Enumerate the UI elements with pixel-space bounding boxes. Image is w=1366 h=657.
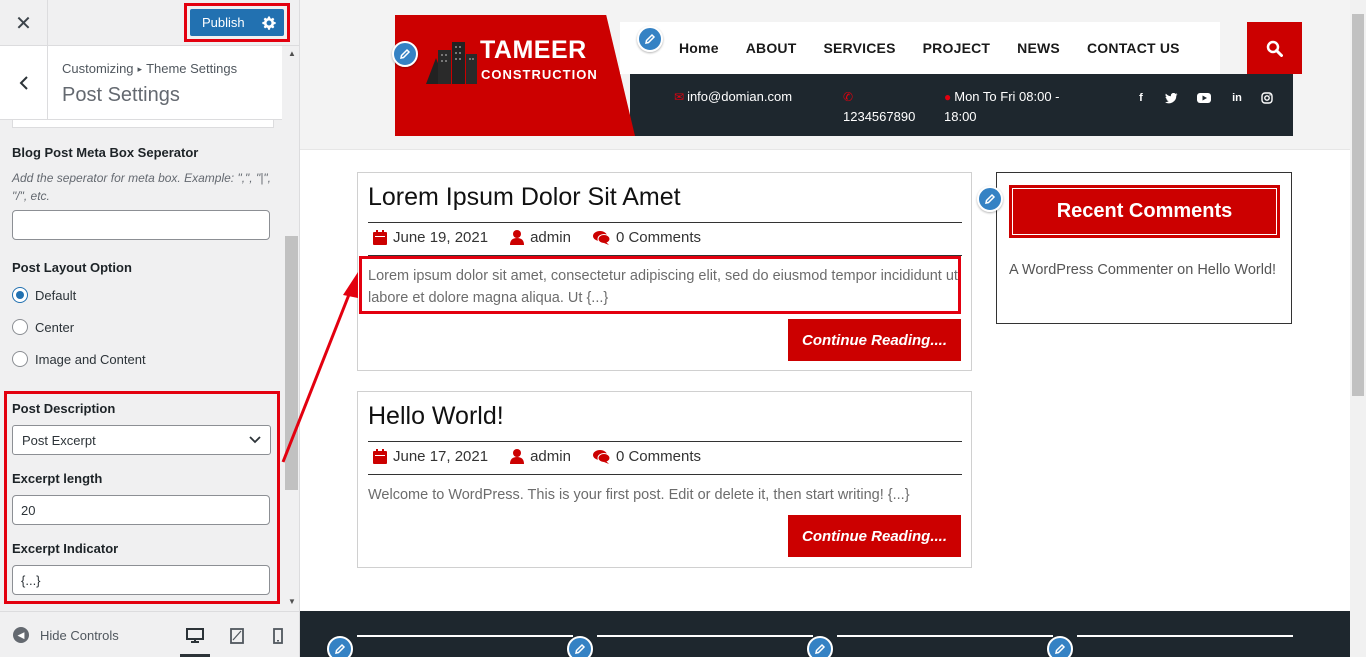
app-window: ✕ Publish Customizing ▸ Theme Settings Pos… — [0, 0, 1366, 657]
annotation-arrow — [281, 272, 358, 463]
